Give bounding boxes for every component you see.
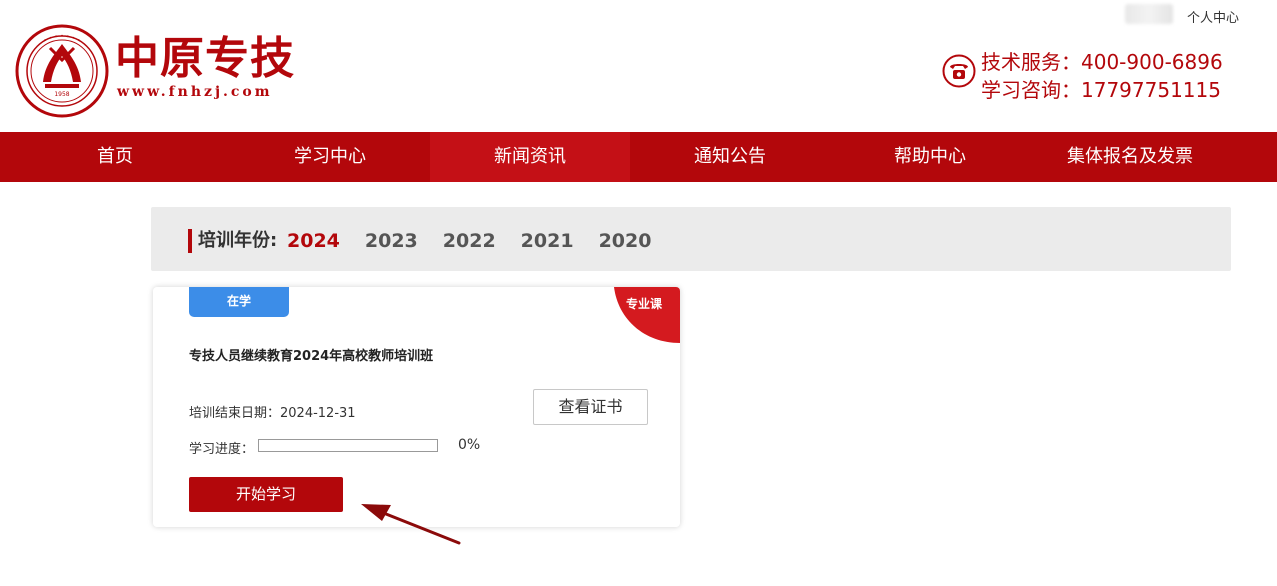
status-badge: 在学 bbox=[189, 287, 289, 317]
year-option-2023[interactable]: 2023 bbox=[365, 229, 418, 253]
tech-service-phone: 技术服务：400-900-6896 bbox=[981, 50, 1223, 74]
header: 1958 • • • • • • • 中原专技 www.fnhzj.com 技术… bbox=[0, 20, 1277, 132]
category-badge: 专业课 bbox=[625, 297, 662, 311]
year-option-2021[interactable]: 2021 bbox=[521, 229, 574, 253]
contact-info: 技术服务：400-900-6896 学习咨询：17797751115 bbox=[981, 48, 1223, 104]
year-filter-label: 培训年份: bbox=[198, 230, 278, 251]
nav-news[interactable]: 新闻资讯 bbox=[430, 132, 630, 182]
university-seal-logo[interactable]: 1958 • • • • • • • bbox=[15, 24, 109, 118]
progress-value: 0% bbox=[458, 437, 481, 453]
course-title[interactable]: 专技人员继续教育2024年高校教师培训班 bbox=[189, 345, 433, 364]
progress-bar bbox=[258, 439, 438, 452]
year-option-2024[interactable]: 2024 bbox=[287, 229, 340, 253]
nav-notices[interactable]: 通知公告 bbox=[630, 132, 830, 182]
page: 个人中心 1958 • • • • • • • 中原专技 www.fnhzj.c… bbox=[0, 0, 1277, 586]
arrow-annotation bbox=[361, 504, 461, 545]
course-card: 在学 专业课 专技人员继续教育2024年高校教师培训班 培训结束日期：2024-… bbox=[153, 287, 680, 527]
nav-home[interactable]: 首页 bbox=[0, 132, 230, 182]
year-options: 2024 2023 2022 2021 2020 bbox=[287, 229, 676, 253]
training-end-date: 培训结束日期：2024-12-31 bbox=[189, 406, 356, 421]
year-option-2020[interactable]: 2020 bbox=[599, 229, 652, 253]
training-year-filter: 培训年份: 2024 2023 2022 2021 2020 bbox=[151, 207, 1231, 271]
view-certificate-button[interactable]: 查看证书 bbox=[533, 389, 648, 425]
study-consult-phone: 学习咨询：17797751115 bbox=[981, 78, 1221, 102]
phone-icon bbox=[942, 54, 976, 88]
progress-label: 学习进度： bbox=[189, 442, 255, 457]
logo-url: www.fnhzj.com bbox=[117, 84, 273, 100]
logo-text[interactable]: 中原专技 bbox=[115, 34, 295, 84]
start-learning-button[interactable]: 开始学习 bbox=[189, 477, 343, 512]
nav-help-center[interactable]: 帮助中心 bbox=[830, 132, 1030, 182]
nav-group-registration[interactable]: 集体报名及发票 bbox=[1030, 132, 1230, 182]
year-label-marker bbox=[188, 229, 192, 253]
main-nav: 首页 学习中心 新闻资讯 通知公告 帮助中心 集体报名及发票 bbox=[0, 132, 1277, 182]
year-option-2022[interactable]: 2022 bbox=[443, 229, 496, 253]
nav-study-center[interactable]: 学习中心 bbox=[230, 132, 430, 182]
svg-text:1958: 1958 bbox=[54, 91, 69, 98]
